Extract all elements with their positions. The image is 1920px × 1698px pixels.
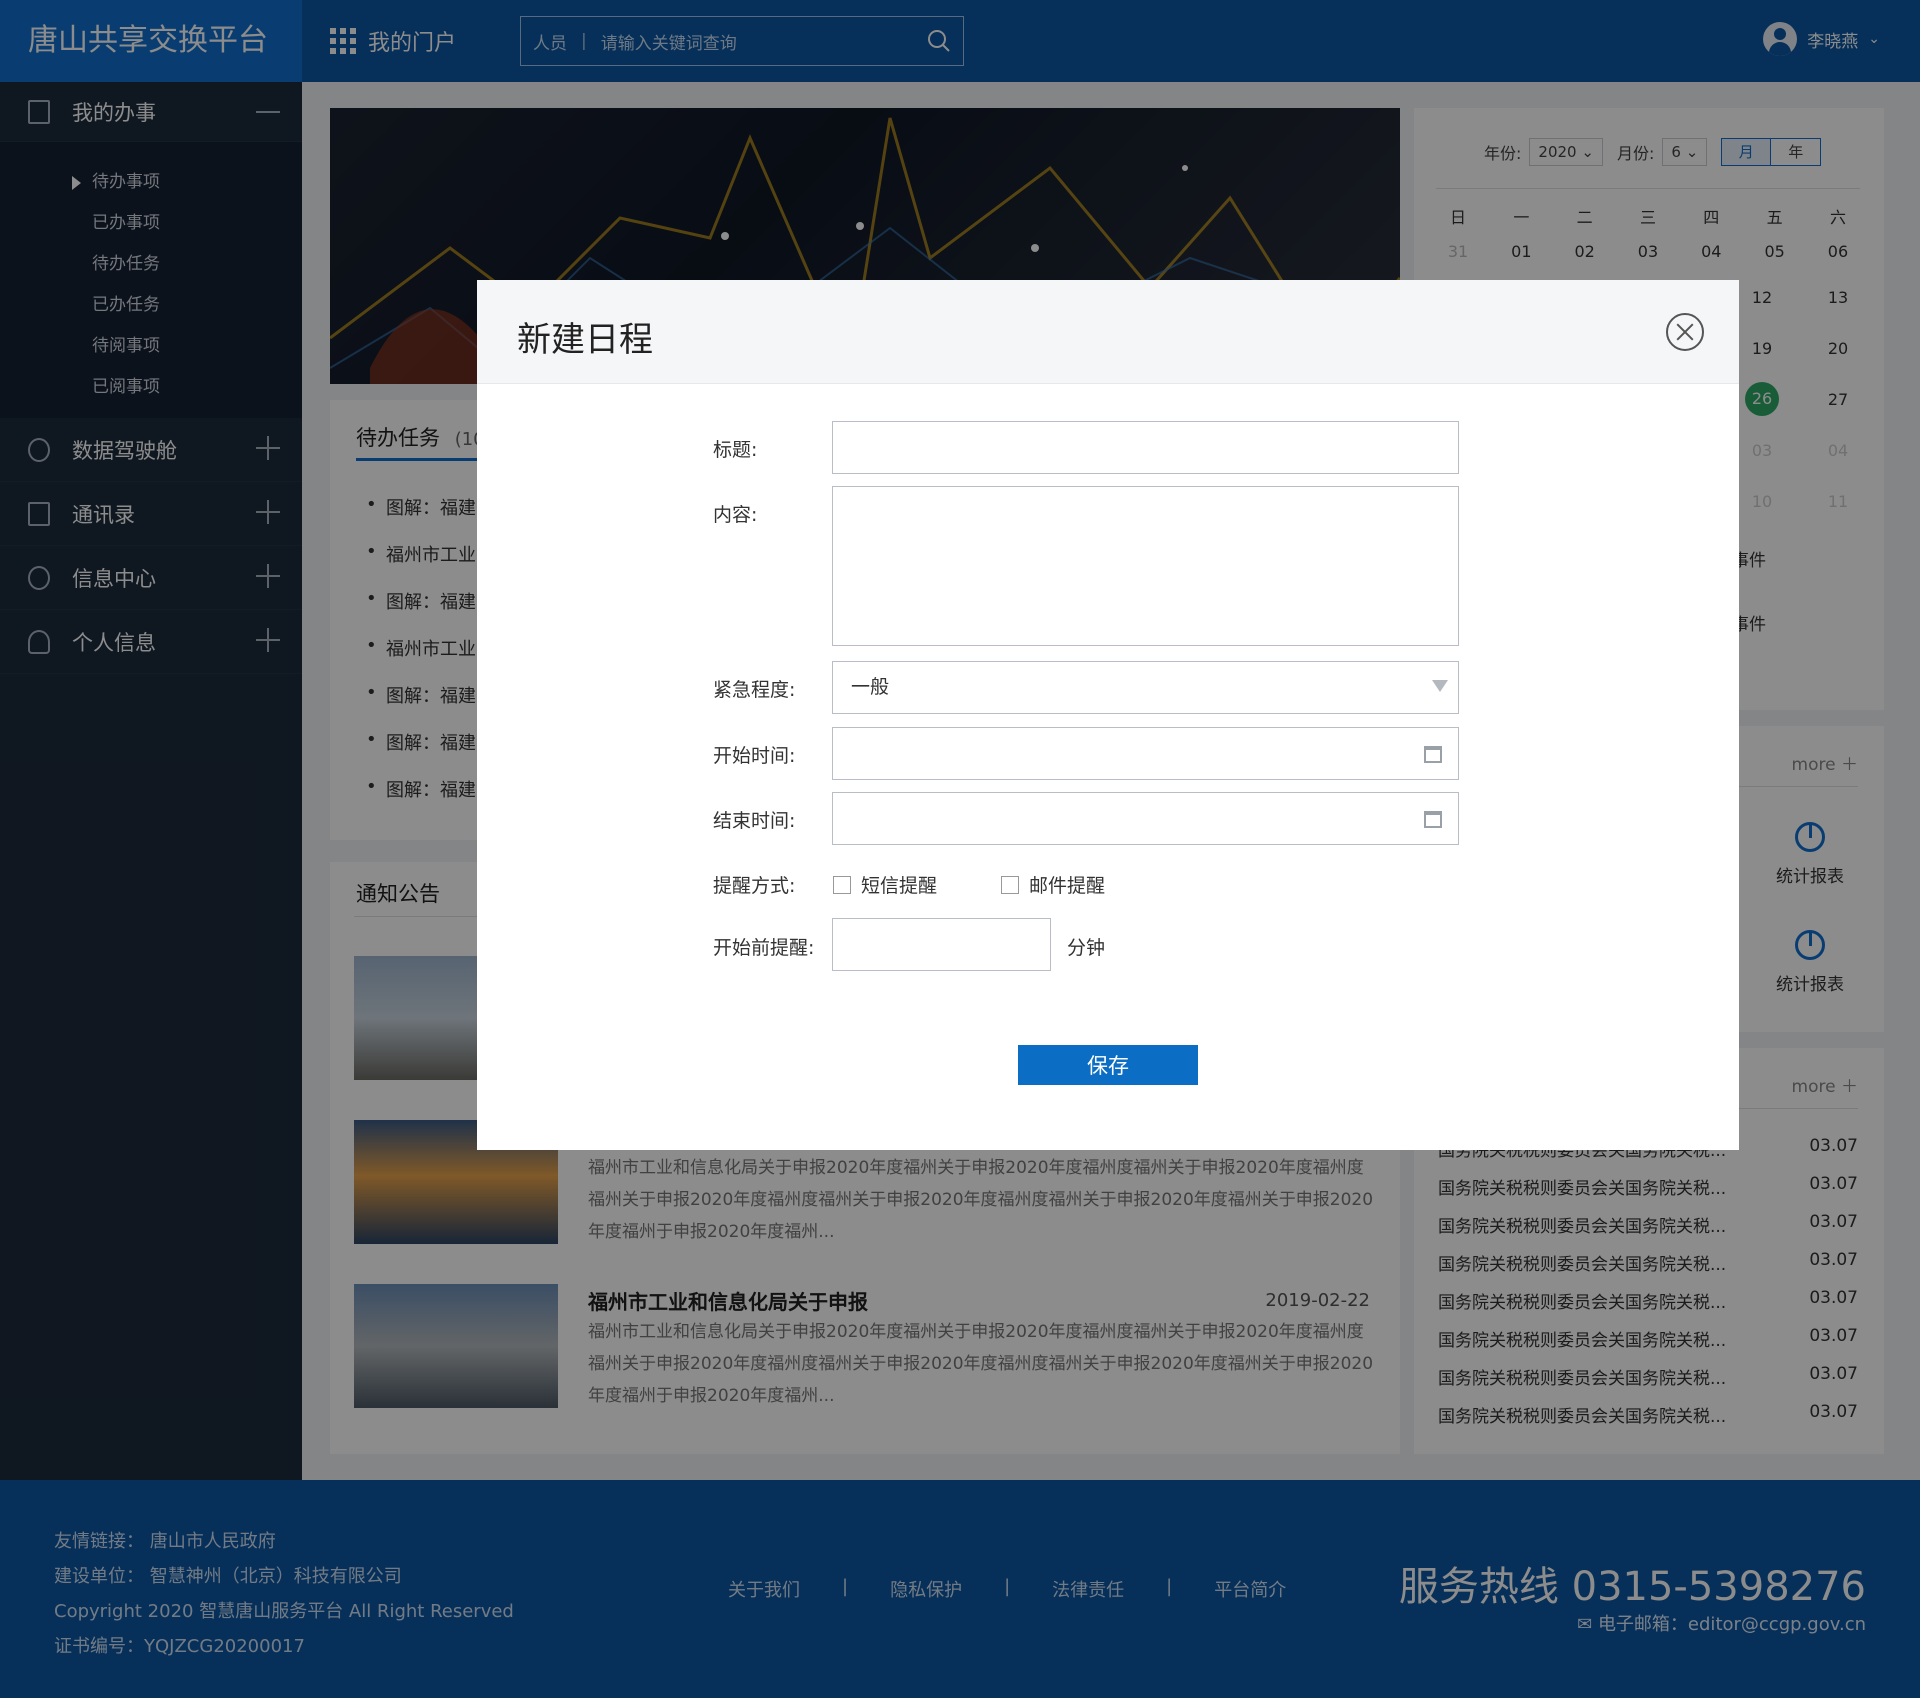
remind-label: 提醒方式:: [713, 875, 796, 897]
calendar-icon[interactable]: [1424, 811, 1442, 828]
urgency-value: 一般: [851, 676, 890, 698]
minutes-unit: 分钟: [1067, 937, 1106, 959]
modal-header: 新建日程: [477, 280, 1739, 384]
caret-down-icon: [1432, 680, 1448, 692]
sms-label: 短信提醒: [861, 875, 938, 897]
urgency-label: 紧急程度:: [713, 679, 796, 701]
close-icon[interactable]: [1666, 313, 1704, 351]
email-remind-checkbox[interactable]: 邮件提醒: [1001, 871, 1105, 898]
before-remind-label: 开始前提醒:: [713, 937, 815, 959]
start-time-label: 开始时间:: [713, 745, 796, 767]
sms-remind-checkbox[interactable]: 短信提醒: [833, 871, 937, 898]
checkbox-box[interactable]: [1001, 875, 1019, 894]
end-time-input[interactable]: [832, 792, 1459, 845]
calendar-icon[interactable]: [1424, 746, 1442, 763]
title-label: 标题:: [713, 439, 758, 461]
before-remind-input[interactable]: [832, 918, 1051, 971]
save-button[interactable]: 保存: [1018, 1045, 1198, 1085]
modal-title: 新建日程: [517, 320, 653, 360]
checkbox-box[interactable]: [833, 875, 851, 894]
end-time-label: 结束时间:: [713, 810, 796, 832]
urgency-select[interactable]: 一般: [832, 661, 1459, 714]
new-schedule-dialog: 新建日程 标题: 内容: 紧急程度: 一般 开始时间: 结束时间: 提醒方式: …: [477, 280, 1739, 1150]
start-time-input[interactable]: [832, 727, 1459, 780]
email-label: 邮件提醒: [1029, 875, 1106, 897]
title-input[interactable]: [832, 421, 1459, 474]
content-label: 内容:: [713, 504, 758, 526]
content-textarea[interactable]: [832, 486, 1459, 646]
